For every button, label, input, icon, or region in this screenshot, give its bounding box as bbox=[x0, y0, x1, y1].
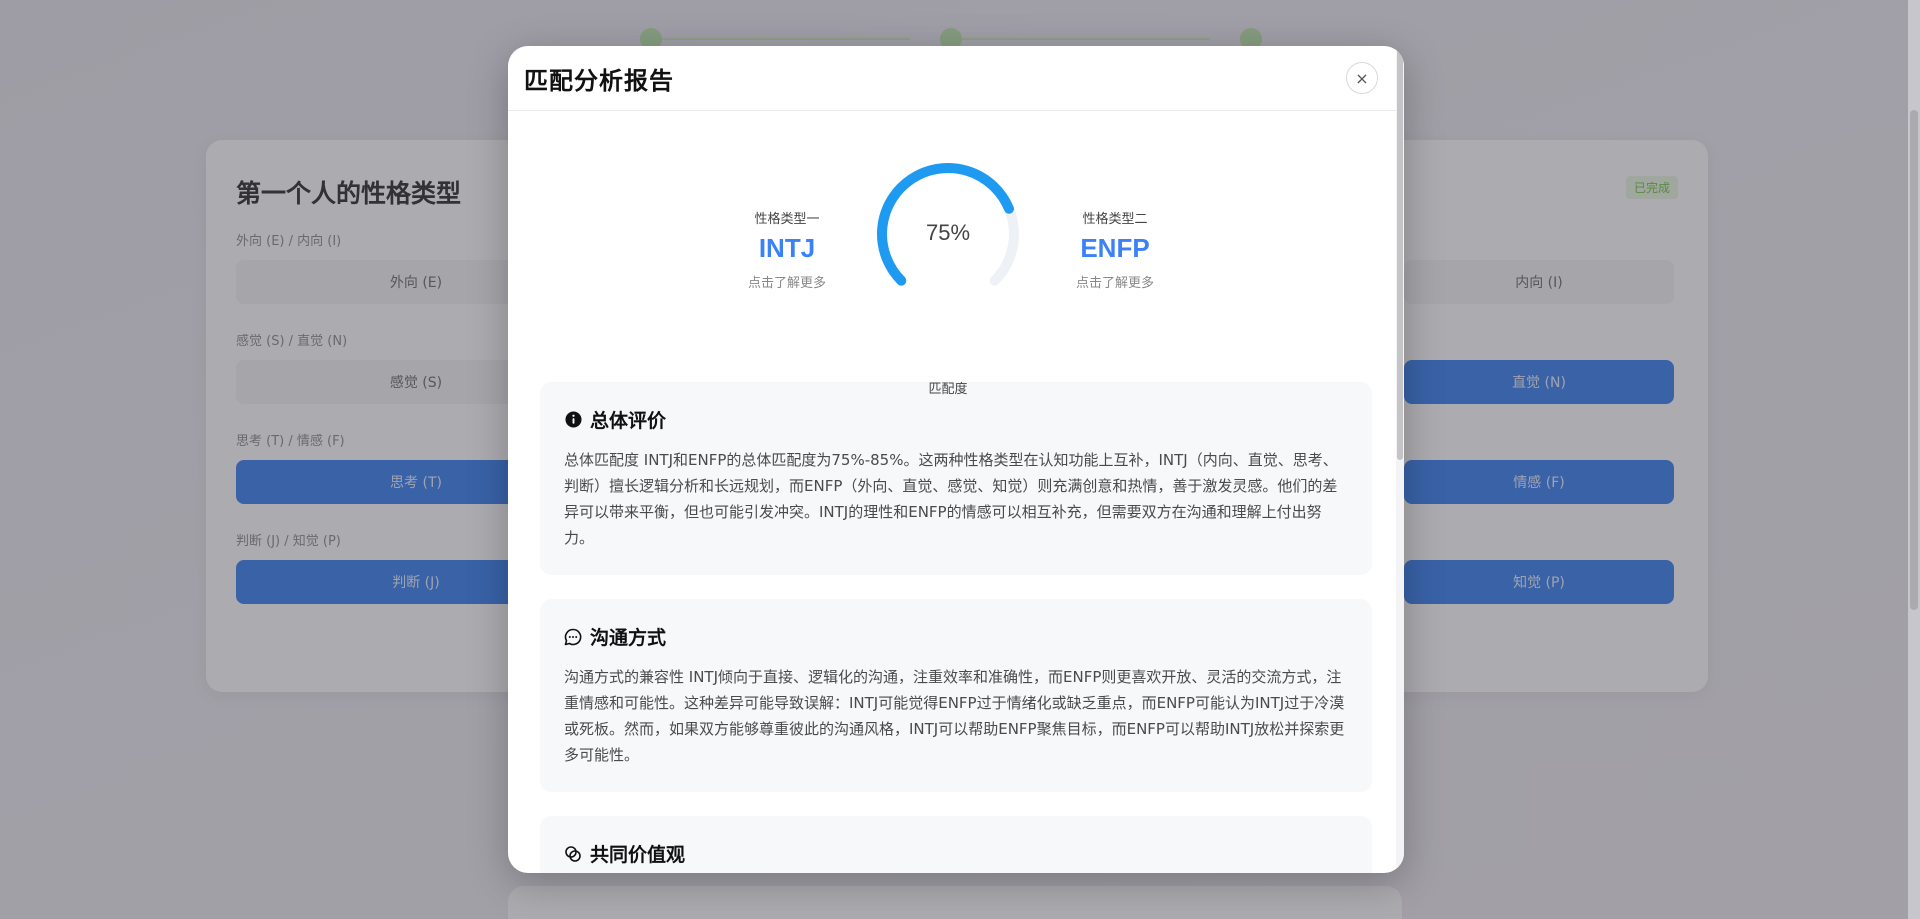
section-title: 沟通方式 bbox=[590, 627, 667, 649]
modal-body: 性格类型一 INTJ 点击了解更多 75% 匹配度 性格类型二 ENFP 点击了… bbox=[508, 112, 1396, 873]
section-title: 共同价值观 bbox=[590, 844, 686, 866]
gauge-value: 75% bbox=[925, 220, 971, 245]
section-title: 总体评价 bbox=[590, 410, 667, 432]
modal-scrollbar[interactable] bbox=[1396, 46, 1404, 873]
modal-title: 匹配分析报告 bbox=[524, 66, 674, 95]
type-one-caption: 性格类型一 bbox=[754, 212, 820, 227]
type-one-more-link[interactable]: 点击了解更多 bbox=[712, 272, 862, 291]
type-two-code[interactable]: ENFP bbox=[1040, 233, 1190, 264]
values-icon bbox=[564, 845, 582, 863]
info-icon bbox=[564, 411, 582, 429]
type-two-block[interactable]: 性格类型二 ENFP 点击了解更多 bbox=[1040, 208, 1190, 291]
section-text: 沟通方式的兼容性 INTJ倾向于直接、逻辑化的沟通，注重效率和准确性，而ENFP… bbox=[564, 668, 1345, 764]
section-overall: 总体评价 总体匹配度 INTJ和ENFP的总体匹配度为75%-85%。这两种性格… bbox=[540, 382, 1372, 575]
match-gauge: 75% 匹配度 bbox=[858, 142, 1038, 397]
type-one-code[interactable]: INTJ bbox=[712, 233, 862, 264]
section-values: 共同价值观 bbox=[540, 816, 1372, 873]
page-scrollbar[interactable] bbox=[1908, 0, 1920, 919]
type-two-more-link[interactable]: 点击了解更多 bbox=[1040, 272, 1190, 291]
close-icon: × bbox=[1355, 68, 1369, 88]
chat-icon bbox=[564, 628, 582, 646]
close-button[interactable]: × bbox=[1346, 62, 1378, 94]
modal-scrollbar-thumb[interactable] bbox=[1397, 46, 1403, 460]
score-section: 性格类型一 INTJ 点击了解更多 75% 匹配度 性格类型二 ENFP 点击了… bbox=[508, 112, 1396, 397]
section-head: 沟通方式 bbox=[564, 623, 1348, 650]
match-report-modal: 匹配分析报告 × 性格类型一 INTJ 点击了解更多 75% 匹配度 性格类型二 bbox=[508, 46, 1404, 873]
modal-header: 匹配分析报告 × bbox=[508, 46, 1404, 111]
section-head: 总体评价 bbox=[564, 406, 1348, 433]
page-scrollbar-thumb[interactable] bbox=[1910, 110, 1918, 610]
type-one-block[interactable]: 性格类型一 INTJ 点击了解更多 bbox=[712, 208, 862, 291]
section-head: 共同价值观 bbox=[564, 840, 1348, 867]
gauge-label: 匹配度 bbox=[928, 382, 968, 397]
section-communication: 沟通方式 沟通方式的兼容性 INTJ倾向于直接、逻辑化的沟通，注重效率和准确性，… bbox=[540, 599, 1372, 792]
type-two-caption: 性格类型二 bbox=[1082, 212, 1148, 227]
section-text: 总体匹配度 INTJ和ENFP的总体匹配度为75%-85%。这两种性格类型在认知… bbox=[564, 451, 1338, 547]
